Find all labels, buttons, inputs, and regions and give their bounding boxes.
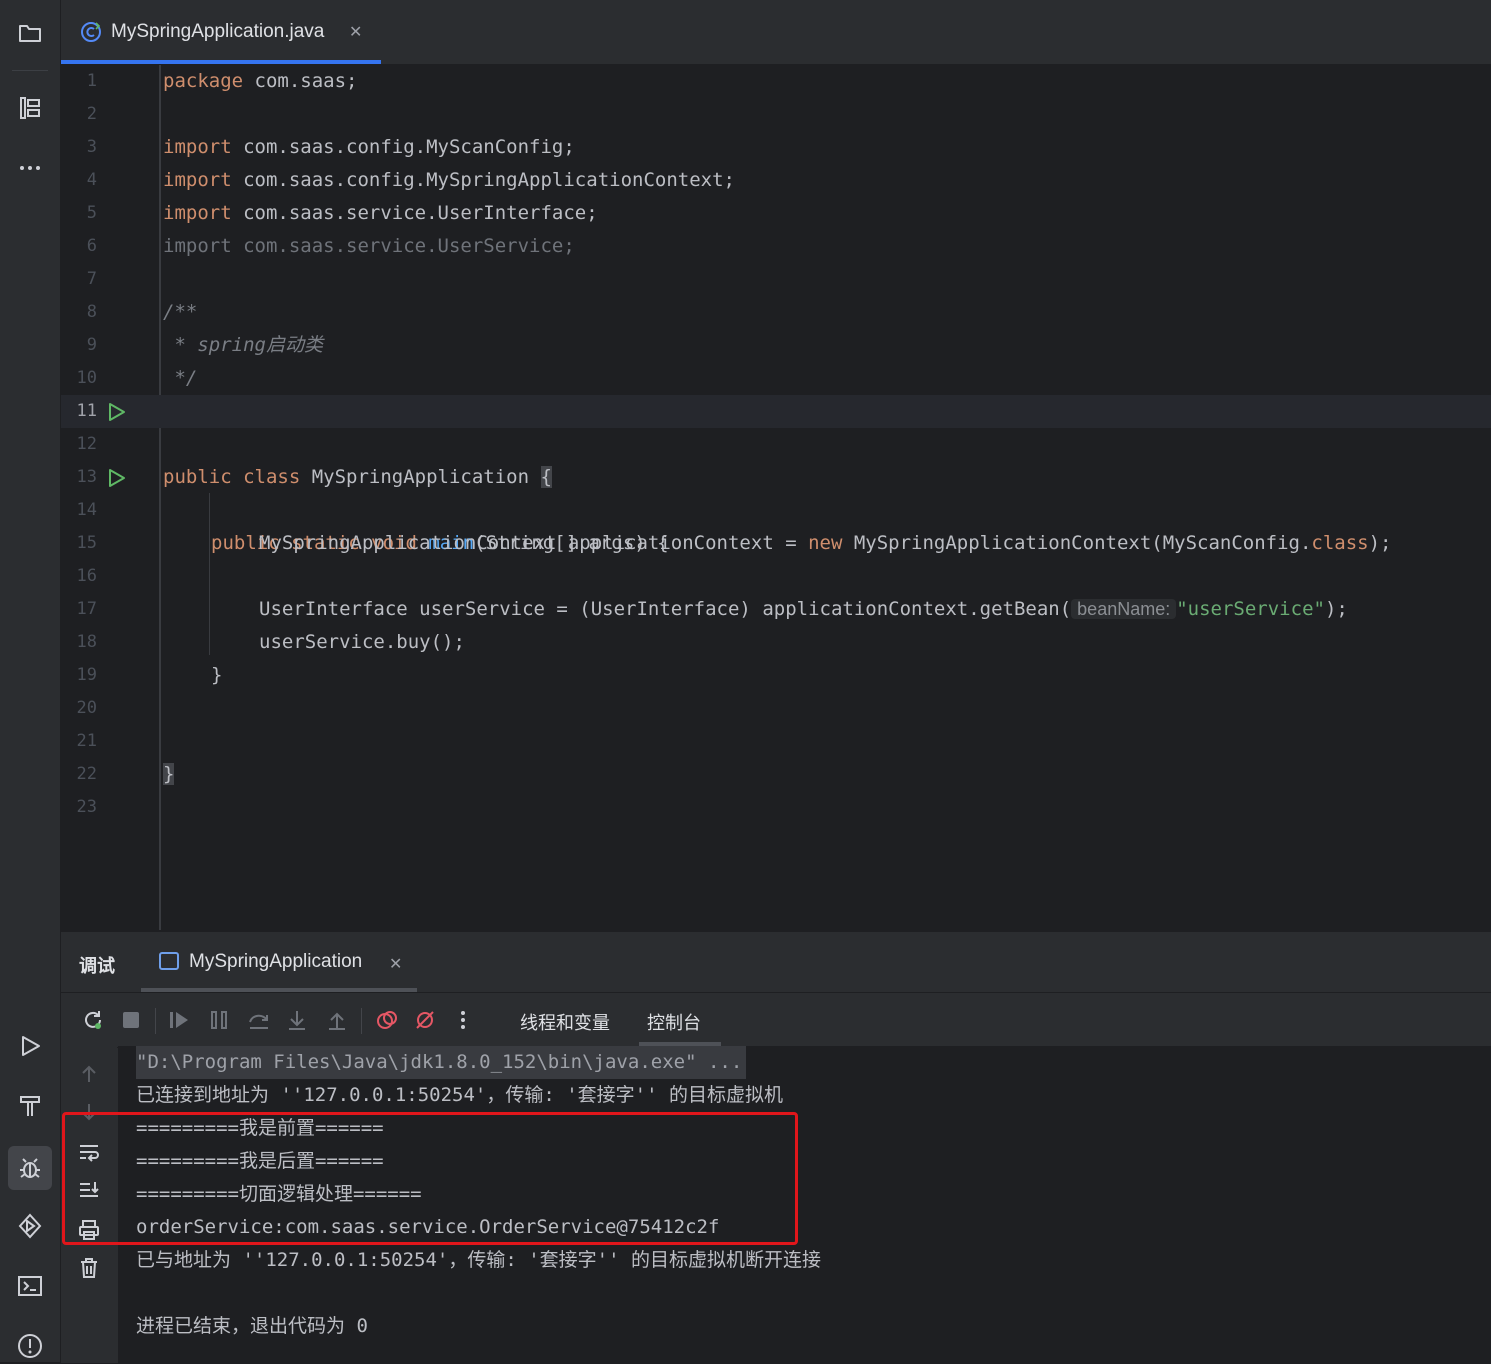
line-number: 5 [86,203,97,223]
resume-icon[interactable] [165,1006,193,1034]
clear-all-icon[interactable] [75,1254,103,1282]
line-number: 22 [76,764,97,784]
highlight-annotation-box [62,1112,798,1245]
rerun-icon[interactable] [79,1006,107,1034]
indent-guide [209,493,210,655]
run-config-tab[interactable]: MySpringApplication ✕ [141,932,417,992]
debug-panel-title: 调试 [79,956,115,977]
line-number: 1 [86,71,97,91]
toolbar-separator [155,1008,156,1034]
line-number: 16 [76,566,97,586]
step-into-icon[interactable] [283,1006,311,1034]
code-line: 15 MySpringApplicationContext application… [61,527,1491,560]
activity-separator [12,70,48,71]
line-number: 11 [76,401,97,421]
toolbar-separator [361,1008,362,1034]
stop-icon[interactable] [117,1006,145,1034]
line-number: 10 [76,368,97,388]
line-number: 19 [76,665,97,685]
code-line: 19} [61,659,1491,692]
step-over-icon[interactable] [245,1006,273,1034]
line-number: 21 [76,731,97,751]
pause-icon[interactable] [205,1006,233,1034]
line-number: 9 [86,335,97,355]
more-icon[interactable] [12,150,48,186]
step-out-icon[interactable] [323,1006,351,1034]
line-number: 2 [86,104,97,124]
more-options-icon[interactable] [449,1006,477,1034]
editor-tab-bar: MySpringApplication.java ✕ [61,0,1491,65]
code-line: 17 UserInterface userService = (UserInter… [61,593,1491,626]
structure-icon[interactable] [12,90,48,126]
line-number: 8 [86,302,97,322]
debug-toolbar: 线程和变量 控制台 [61,992,1491,1048]
code-line: 10 */ [61,362,1491,395]
close-icon[interactable]: ✕ [389,954,402,973]
build-icon[interactable] [12,1088,48,1124]
folder-icon[interactable] [12,15,48,51]
line-number: 18 [76,632,97,652]
console-line: 进程已结束，退出代码为 0 [136,1315,368,1337]
arrow-up-icon[interactable] [75,1060,103,1088]
code-line: 21 [61,725,1491,758]
code-line: 16 [61,560,1491,593]
line-number: 3 [86,137,97,157]
terminal-icon[interactable] [12,1268,48,1304]
code-line: 9 * spring启动类 [61,329,1491,362]
code-line: 12 [61,428,1491,461]
console-line: 已与地址为 ''127.0.0.1:50254'，传输: '套接字'' 的目标虚… [136,1249,821,1271]
code-line: 4 import com.saas.config.MySpringApplicat… [61,164,1491,197]
tab-console[interactable]: 控制台 [647,1009,701,1035]
code-line: 23 [61,791,1491,824]
code-line: 22} [61,758,1491,791]
active-tab-indicator [61,60,381,64]
code-editor[interactable]: 1 package com.saas; 2 3 import com.saas.co… [61,65,1491,930]
code-line: 14 [61,494,1491,527]
line-number: 15 [76,533,97,553]
debug-panel-header: 调试 MySpringApplication ✕ [61,932,1491,992]
run-gutter-icon[interactable] [107,401,127,423]
code-line: 2 [61,98,1491,131]
code-line: 1 package com.saas; [61,65,1491,98]
code-line: 18 userService.buy(); [61,626,1491,659]
java-class-icon [81,22,101,42]
close-icon[interactable]: ✕ [349,22,362,41]
editor-tab-label: MySpringApplication.java [111,21,325,42]
application-icon [159,952,179,970]
line-number: 6 [86,236,97,256]
code-line: 7 [61,263,1491,296]
unused-import: import com.saas.service.UserService; [163,235,575,257]
problems-icon[interactable] [12,1328,48,1364]
line-number: 13 [76,467,97,487]
code-line: 5 import com.saas.service.UserInterface; [61,197,1491,230]
line-number: 20 [76,698,97,718]
view-breakpoints-icon[interactable] [373,1006,401,1034]
line-number: 4 [86,170,97,190]
code-line: 6 import com.saas.service.UserService; [61,230,1491,263]
line-number: 12 [76,434,97,454]
run-config-tab-label: MySpringApplication [189,951,363,972]
code-line: 3 import com.saas.config.MyScanConfig; [61,131,1491,164]
console-line: "D:\Program Files\Java\jdk1.8.0_152\bin\… [136,1046,747,1079]
line-number: 14 [76,500,97,520]
run-gutter-icon[interactable] [107,467,127,489]
run-icon[interactable] [12,1028,48,1064]
console-line: 已连接到地址为 ''127.0.0.1:50254'，传输: '套接字'' 的目… [136,1084,783,1106]
mute-breakpoints-icon[interactable] [411,1006,439,1034]
tab-threads-variables[interactable]: 线程和变量 [520,1009,610,1035]
line-number: 7 [86,269,97,289]
code-line: 20 [61,692,1491,725]
code-line: 8/** [61,296,1491,329]
code-line: 13 public static void main(String[] args… [61,461,1491,554]
line-number: 17 [76,599,97,619]
activity-bar [0,0,61,1362]
debug-icon[interactable] [8,1146,52,1190]
parameter-hint: beanName: [1071,599,1177,619]
current-code-line: 11 public class MySpringApplication { [61,395,1491,488]
services-icon[interactable] [12,1208,48,1244]
line-number: 23 [76,797,97,817]
editor-tab[interactable]: MySpringApplication.java ✕ [61,0,381,64]
